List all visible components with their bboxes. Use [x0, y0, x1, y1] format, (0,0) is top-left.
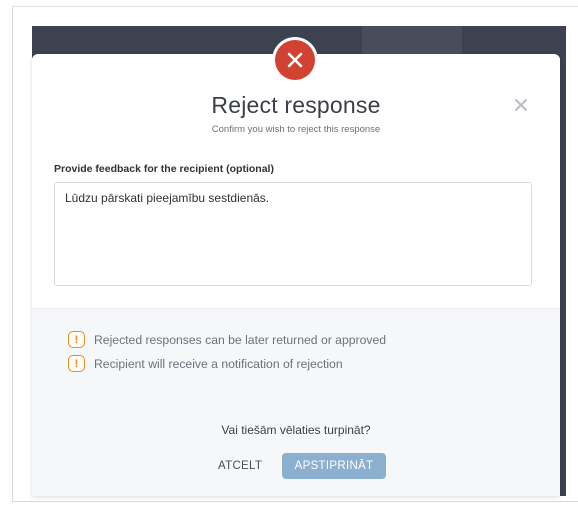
confirm-question: Vai tiešām vēlaties turpināt?	[221, 423, 371, 437]
info-section: ! Rejected responses can be later return…	[32, 308, 560, 496]
exclamation-icon: !	[68, 331, 85, 348]
feedback-label: Provide feedback for the recipient (opti…	[54, 163, 274, 175]
feedback-textarea[interactable]: Lūdzu pārskati pieejamību sestdienās.	[54, 182, 532, 286]
x-circle-icon	[275, 40, 315, 80]
info-item-text: Rejected responses can be later returned…	[94, 332, 387, 347]
screenshot-frame: Reject response Confirm you wish to reje…	[0, 0, 578, 508]
background-edge	[560, 26, 566, 496]
info-item: ! Recipient will receive a notification …	[68, 355, 343, 372]
exclamation-icon: !	[68, 355, 85, 372]
reject-response-modal: Reject response Confirm you wish to reje…	[32, 54, 560, 496]
modal-title: Reject response	[211, 92, 381, 118]
confirm-button[interactable]: APSTIPRINĀT	[282, 453, 386, 479]
cancel-button[interactable]: ATCELT	[212, 453, 268, 479]
info-item-text: Recipient will receive a notification of…	[94, 356, 343, 371]
reject-status-icon	[272, 37, 318, 83]
modal-subtitle: Confirm you wish to reject this response	[211, 124, 381, 135]
info-item: ! Rejected responses can be later return…	[68, 331, 386, 348]
